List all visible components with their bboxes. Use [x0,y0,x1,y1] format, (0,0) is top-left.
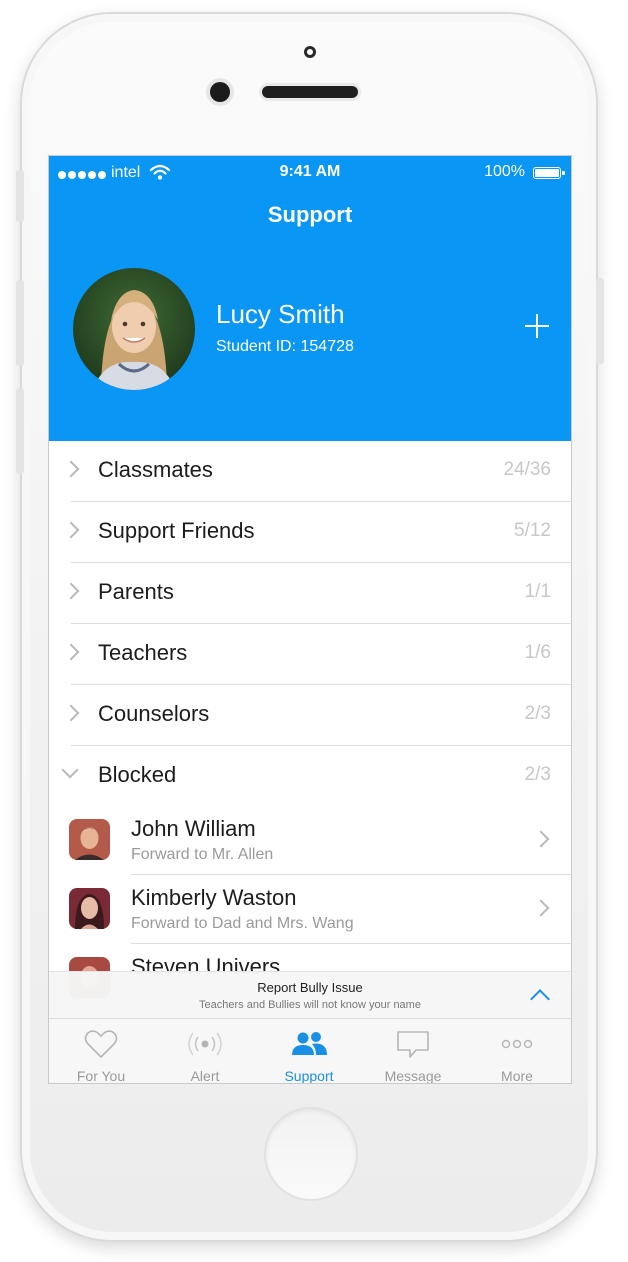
front-camera [210,82,230,102]
person-avatar [69,888,110,929]
chevron-right-icon [62,582,80,600]
group-row-classmates[interactable]: Classmates 24/36 [49,441,571,502]
person-avatar [69,819,110,860]
profile-avatar[interactable] [73,268,195,390]
tab-message[interactable]: Message [361,1019,465,1084]
group-label: Classmates [98,457,213,482]
report-bully-bar[interactable]: Report Bully Issue Teachers and Bullies … [49,971,571,1019]
group-count: 5/12 [514,520,551,541]
report-subtitle: Teachers and Bullies will not know your … [199,999,421,1011]
person-note: Forward to Mr. Allen [131,846,274,863]
home-button[interactable] [266,1109,356,1199]
people-icon [292,1032,327,1055]
tab-bar: For You Alert Support Message More [49,1018,571,1084]
student-id: Student ID: 154728 [216,338,354,355]
group-label: Support Friends [98,518,255,543]
chevron-right-icon [532,899,550,917]
broadcast-icon [188,1032,222,1056]
chevron-right-icon [62,521,80,539]
app-screen: intel 9:41 AM 100% Support Lucy Smith St… [48,155,572,1084]
support-header: intel 9:41 AM 100% Support Lucy Smith St… [49,156,571,441]
report-title: Report Bully Issue [257,980,363,995]
person-name: Kimberly Waston [131,885,297,910]
battery-percent: 100% [484,163,525,180]
more-dots-icon [501,1039,533,1049]
battery-icon [533,167,565,179]
chevron-down-icon [61,761,79,779]
tab-label: For You [76,1068,126,1084]
chat-bubble-icon [397,1031,429,1058]
status-bar: intel 9:41 AM 100% [49,162,571,184]
blocked-person-row[interactable]: John William Forward to Mr. Allen [49,806,571,875]
tab-label: More [501,1068,533,1084]
chevron-right-icon [532,830,550,848]
volume-up-button [16,280,24,366]
chevron-right-icon [62,460,80,478]
add-contact-button[interactable] [525,314,549,338]
person-note: Forward to Dad and Mrs. Wang [131,915,354,932]
person-name: John William [131,816,256,841]
blocked-person-row[interactable]: Kimberly Waston Forward to Dad and Mrs. … [49,875,571,944]
tab-support[interactable]: Support [257,1019,361,1084]
tab-alert[interactable]: Alert [153,1019,257,1084]
volume-down-button [16,388,24,474]
heart-icon [84,1030,118,1059]
chevron-right-icon [62,704,80,722]
group-label: Counselors [98,701,210,726]
tab-label: Message [384,1068,442,1084]
power-button [596,278,604,364]
proximity-sensor [304,46,316,58]
group-count: 2/3 [524,764,551,785]
group-count: 1/6 [524,642,551,663]
group-count: 1/1 [524,581,551,602]
group-label: Blocked [98,762,177,787]
group-row-blocked[interactable]: Blocked 2/3 [49,746,571,807]
group-row-counselors[interactable]: Counselors 2/3 [49,685,571,746]
tab-for-you[interactable]: For You [49,1019,153,1084]
group-row-teachers[interactable]: Teachers 1/6 [49,624,571,685]
tab-label: Alert [190,1068,220,1084]
group-count: 24/36 [503,459,551,480]
mute-switch [16,170,24,222]
group-label: Teachers [98,640,188,665]
group-label: Parents [98,579,174,604]
profile-name: Lucy Smith [216,299,345,329]
chevron-right-icon [62,643,80,661]
group-row-parents[interactable]: Parents 1/1 [49,563,571,624]
group-row-support-friends[interactable]: Support Friends 5/12 [49,502,571,563]
page-title: Support [267,202,353,227]
tab-more[interactable]: More [465,1019,569,1084]
group-count: 2/3 [524,703,551,724]
tab-label: Support [284,1068,334,1084]
earpiece-speaker [262,86,358,98]
